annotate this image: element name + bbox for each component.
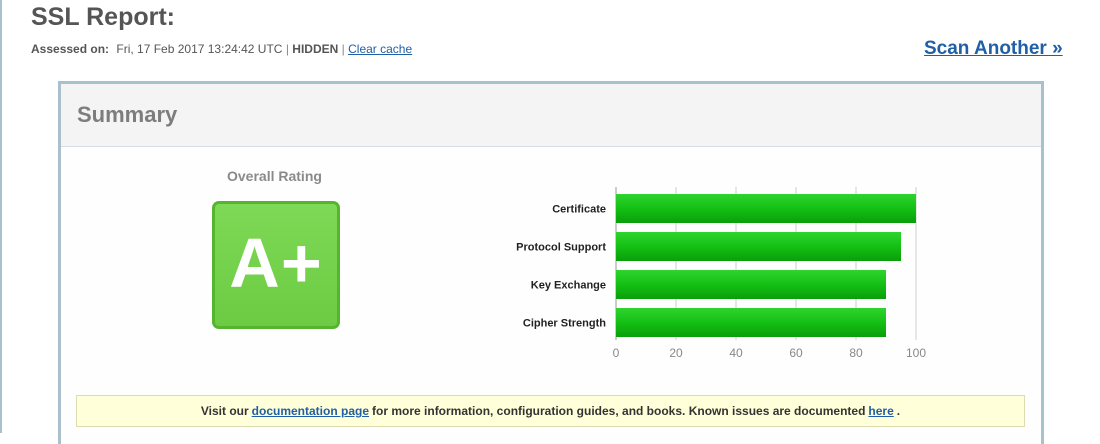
documentation-notice: Visit our documentation page for more in… xyxy=(76,395,1025,427)
x-tick-label: 0 xyxy=(613,346,620,360)
x-tick-label: 20 xyxy=(669,346,683,360)
category-label: Certificate xyxy=(552,204,606,216)
category-label: Protocol Support xyxy=(516,242,606,254)
assessed-date: Fri, 17 Feb 2017 13:24:42 UTC xyxy=(116,42,283,56)
left-border xyxy=(0,0,2,433)
notice-text-pre: Visit our xyxy=(200,404,249,418)
bar-protocol-support xyxy=(616,232,901,261)
x-tick-label: 100 xyxy=(906,346,926,360)
assessed-line: Assessed on: Fri, 17 Feb 2017 13:24:42 U… xyxy=(31,42,412,56)
x-tick-label: 40 xyxy=(729,346,743,360)
x-tick-label: 60 xyxy=(789,346,803,360)
bar-certificate xyxy=(616,194,916,223)
separator: | xyxy=(341,42,345,56)
separator: | xyxy=(285,42,289,56)
bar-key-exchange xyxy=(616,270,886,299)
clear-cache-link[interactable]: Clear cache xyxy=(348,42,412,56)
category-label: Key Exchange xyxy=(531,280,606,292)
notice-text-mid: for more information, configuration guid… xyxy=(372,404,866,418)
x-tick-label: 80 xyxy=(849,346,863,360)
hidden-badge: HIDDEN xyxy=(292,42,339,56)
rating-bar-chart: 0 20 40 60 80 100 Certificate Protocol Support K… xyxy=(516,187,926,360)
scan-another-link[interactable]: Scan Another » xyxy=(924,38,1063,60)
documentation-page-link[interactable]: documentation page xyxy=(252,404,369,418)
summary-panel: Summary Overall Rating A+ 0 20 40 60 80 100 Ce… xyxy=(58,81,1044,444)
notice-text-post: . xyxy=(896,404,901,418)
category-label: Cipher Strength xyxy=(523,318,606,330)
page-title: SSL Report: xyxy=(31,3,175,31)
known-issues-link[interactable]: here xyxy=(868,404,893,418)
assessed-label: Assessed on: xyxy=(31,42,110,56)
bar-cipher-strength xyxy=(616,308,886,337)
